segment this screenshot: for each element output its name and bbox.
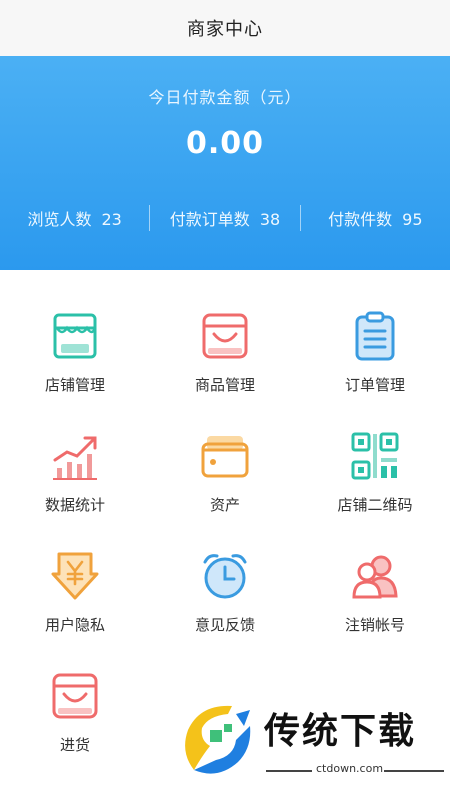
watermark-url: ctdown.com xyxy=(316,762,384,775)
stat-paid-items[interactable]: 付款件数 95 xyxy=(301,206,450,230)
menu-item-store[interactable]: 店铺管理 xyxy=(0,286,150,406)
menu-item-qrcode[interactable]: 店铺二维码 xyxy=(300,406,450,526)
menu-item-privacy[interactable]: 用户隐私 xyxy=(0,526,150,646)
watermark-brand: 传统下载 xyxy=(264,711,417,752)
menu-item-label: 数据统计 xyxy=(44,496,105,514)
menu-item-label: 商品管理 xyxy=(194,376,255,394)
stat-value: 23 xyxy=(101,210,122,229)
menu-item-label: 用户隐私 xyxy=(44,616,105,634)
shopping-bag-icon xyxy=(52,673,98,719)
menu-item-deactivate[interactable]: 注销帐号 xyxy=(300,526,450,646)
stat-paid-orders[interactable]: 付款订单数 38 xyxy=(150,206,299,230)
menu-item-label: 店铺管理 xyxy=(44,376,105,394)
bar-chart-icon xyxy=(53,436,97,480)
summary-panel: 今日付款金额（元） 0.00 浏览人数 23 付款订单数 38 付款件数 95 xyxy=(0,56,450,270)
menu-item-label: 资产 xyxy=(209,496,240,514)
menu-item-statistics[interactable]: 数据统计 xyxy=(0,406,150,526)
menu-item-restock[interactable]: 进货 xyxy=(0,646,150,766)
amount-value: 0.00 xyxy=(185,126,265,161)
stat-label: 付款订单数 xyxy=(169,210,250,229)
divider xyxy=(384,770,444,772)
amount-label: 今日付款金额（元） xyxy=(148,88,302,107)
menu-item-products[interactable]: 商品管理 xyxy=(150,286,300,406)
menu-item-label: 订单管理 xyxy=(344,376,405,394)
stat-value: 95 xyxy=(402,210,423,229)
menu-item-label: 店铺二维码 xyxy=(337,496,413,514)
divider xyxy=(266,770,312,772)
store-icon xyxy=(53,313,97,359)
alarm-clock-icon xyxy=(203,554,247,599)
shopping-bag-icon xyxy=(202,313,248,359)
page-title: 商家中心 xyxy=(187,19,263,40)
stat-label: 浏览人数 xyxy=(27,210,92,229)
clipboard-icon xyxy=(355,311,395,361)
menu-item-label: 意见反馈 xyxy=(194,616,255,634)
menu-item-feedback[interactable]: 意见反馈 xyxy=(150,526,300,646)
menu-item-label: 注销帐号 xyxy=(344,616,405,634)
stat-label: 付款件数 xyxy=(328,210,393,229)
menu-item-label: 进货 xyxy=(59,736,90,754)
top-bar: 商家中心 xyxy=(0,0,450,56)
stats-row: 浏览人数 23 付款订单数 38 付款件数 95 xyxy=(0,200,450,236)
qr-code-icon xyxy=(351,432,399,480)
yuan-shield-icon xyxy=(51,552,99,600)
menu-item-orders[interactable]: 订单管理 xyxy=(300,286,450,406)
wallet-icon xyxy=(201,436,249,478)
ctdown-logo-icon xyxy=(185,705,251,774)
users-icon xyxy=(352,555,398,599)
stat-value: 38 xyxy=(259,210,281,229)
watermark: 传统下载 ctdown.com xyxy=(176,694,450,794)
menu-item-assets[interactable]: 资产 xyxy=(150,406,300,526)
stat-visitors[interactable]: 浏览人数 23 xyxy=(0,206,149,230)
